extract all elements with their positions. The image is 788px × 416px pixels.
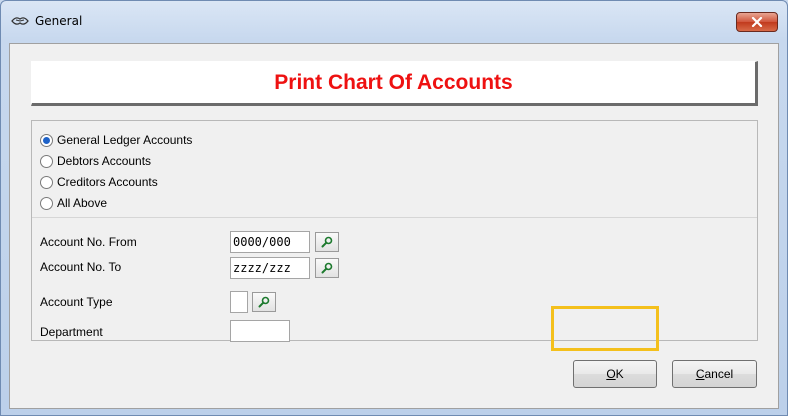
radio-all-above[interactable]: All Above — [40, 194, 107, 212]
radio-button[interactable] — [40, 175, 53, 189]
ok-button-highlight — [551, 306, 659, 351]
radio-button[interactable] — [40, 196, 53, 210]
account-from-lookup-button[interactable] — [315, 232, 339, 252]
radio-label: All Above — [57, 196, 108, 210]
dialog-client-area: Print Chart Of Accounts General Ledger A… — [9, 43, 779, 409]
account-to-lookup-button[interactable] — [315, 258, 339, 278]
close-icon — [751, 17, 763, 27]
divider — [32, 217, 757, 218]
account-from-field[interactable]: 0000/000 — [230, 231, 310, 253]
search-icon — [321, 262, 333, 274]
page-title: Print Chart Of Accounts — [274, 70, 513, 94]
radio-label: Creditors Accounts — [57, 175, 158, 189]
account-type-lookup-button[interactable] — [252, 292, 276, 312]
ok-mnemonic: O — [606, 367, 616, 381]
window-title: General — [35, 14, 83, 28]
account-to-field[interactable]: zzzz/zzz — [230, 257, 310, 279]
cancel-label: ancel — [704, 367, 734, 381]
search-icon — [258, 296, 270, 308]
cancel-button[interactable]: Cancel — [672, 360, 757, 388]
radio-debtors[interactable]: Debtors Accounts — [40, 152, 151, 170]
radio-button[interactable] — [40, 133, 53, 147]
account-type-label: Account Type — [40, 295, 113, 309]
radio-general-ledger[interactable]: General Ledger Accounts — [40, 131, 192, 149]
close-button[interactable] — [736, 12, 778, 32]
department-label: Department — [40, 325, 103, 339]
department-field[interactable] — [230, 320, 290, 342]
dialog-window: General Print Chart Of Accounts General … — [0, 0, 788, 416]
account-from-label: Account No. From — [40, 235, 137, 249]
ok-button[interactable]: OK — [573, 360, 657, 388]
ok-label: K — [615, 367, 624, 381]
account-to-label: Account No. To — [40, 260, 122, 274]
radio-button[interactable] — [40, 154, 53, 168]
radio-creditors[interactable]: Creditors Accounts — [40, 173, 158, 191]
app-icon — [11, 15, 29, 27]
cancel-mnemonic: C — [695, 367, 705, 381]
title-bar[interactable]: General — [1, 1, 787, 43]
radio-label: General Ledger Accounts — [57, 133, 193, 147]
header-panel: Print Chart Of Accounts — [31, 61, 758, 106]
account-type-field[interactable] — [230, 291, 248, 313]
search-icon — [321, 236, 333, 248]
radio-label: Debtors Accounts — [57, 154, 152, 168]
